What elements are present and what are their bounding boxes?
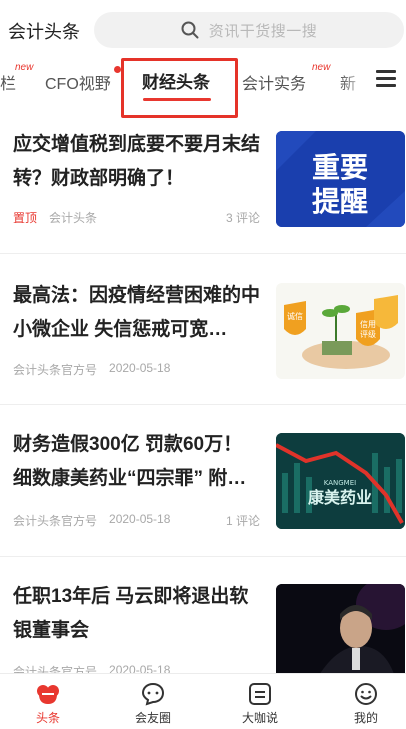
nav-label-profile: 我的: [353, 711, 378, 725]
headline-icon: [37, 685, 59, 704]
svg-text:KANGMEI: KANGMEI: [324, 479, 356, 487]
divider: [0, 556, 406, 557]
svg-text:诚信: 诚信: [287, 311, 303, 321]
search-placeholder: 资讯干货搜一搜: [208, 22, 318, 40]
article-title[interactable]: 任职13年后 马云即将退出软银董事会: [13, 580, 261, 648]
article-thumbnail: 诚信 信用 评级: [276, 283, 405, 379]
bottom-nav: 头条 会友圈 大咖说 我的: [0, 673, 406, 729]
nav-item-headline[interactable]: 头条: [8, 682, 88, 726]
article-source: 会计头条: [49, 211, 98, 225]
nav-item-community[interactable]: 会友圈: [113, 682, 193, 726]
talk-icon: [249, 683, 271, 705]
new-badge: new: [15, 62, 34, 73]
profile-icon: [355, 683, 377, 705]
article-date: 2020-05-18: [109, 361, 171, 375]
nav-item-profile[interactable]: 我的: [326, 682, 406, 726]
tab-accounting-practice[interactable]: 会计实务: [242, 70, 306, 94]
tab-cfo[interactable]: CFO视野: [45, 70, 111, 94]
menu-icon[interactable]: [376, 70, 396, 88]
divider: [0, 253, 406, 254]
svg-text:提醒: 提醒: [312, 185, 368, 218]
tab-partial-left[interactable]: 栏: [0, 70, 16, 94]
article-meta: 置顶 会计头条: [13, 209, 109, 226]
article-date: 2020-05-18: [109, 512, 171, 526]
article-thumbnail: [276, 584, 405, 680]
svg-text:康美药业: 康美药业: [308, 488, 372, 507]
chat-icon: [141, 682, 165, 706]
highlight-box: [121, 58, 238, 118]
article-thumbnail: KANGMEI 康美药业: [276, 433, 405, 529]
svg-text:重要: 重要: [312, 151, 368, 184]
svg-text:评级: 评级: [360, 329, 376, 339]
app-title: 会计头条: [8, 22, 80, 42]
nav-label-headline: 头条: [35, 711, 60, 725]
nav-label-community: 会友圈: [134, 711, 171, 725]
top-header: 会计头条 资讯干货搜一搜: [0, 0, 406, 58]
article-source: 会计头条官方号: [13, 514, 98, 528]
search-box[interactable]: 资讯干货搜一搜: [94, 12, 404, 48]
comment-count: 3 评论: [225, 211, 260, 225]
search-icon: [181, 21, 199, 39]
article-meta: 会计头条官方号 2020-05-18: [13, 512, 170, 529]
pinned-badge: 置顶: [13, 211, 38, 225]
divider: [0, 404, 406, 405]
comment-count: 1 评论: [225, 514, 260, 528]
nav-item-experts[interactable]: 大咖说: [220, 682, 300, 726]
article-thumbnail: 重要 提醒: [276, 131, 405, 227]
new-badge: new: [312, 62, 331, 73]
unread-dot: [114, 66, 121, 73]
nav-label-experts: 大咖说: [241, 711, 278, 725]
svg-text:信用: 信用: [360, 319, 376, 329]
article-title[interactable]: 最高法：因疫情经营困难的中小微企业 失信惩戒可宽…: [13, 279, 261, 347]
article-title[interactable]: 应交增值税到底要不要月末结转？财政部明确了！: [13, 128, 261, 196]
article-meta: 会计头条官方号 2020-05-18: [13, 361, 170, 378]
article-title[interactable]: 财务造假300亿 罚款60万！细数康美药业“四宗罪” 附…: [13, 428, 261, 496]
article-source: 会计头条官方号: [13, 363, 98, 377]
tab-fade: [340, 58, 368, 108]
